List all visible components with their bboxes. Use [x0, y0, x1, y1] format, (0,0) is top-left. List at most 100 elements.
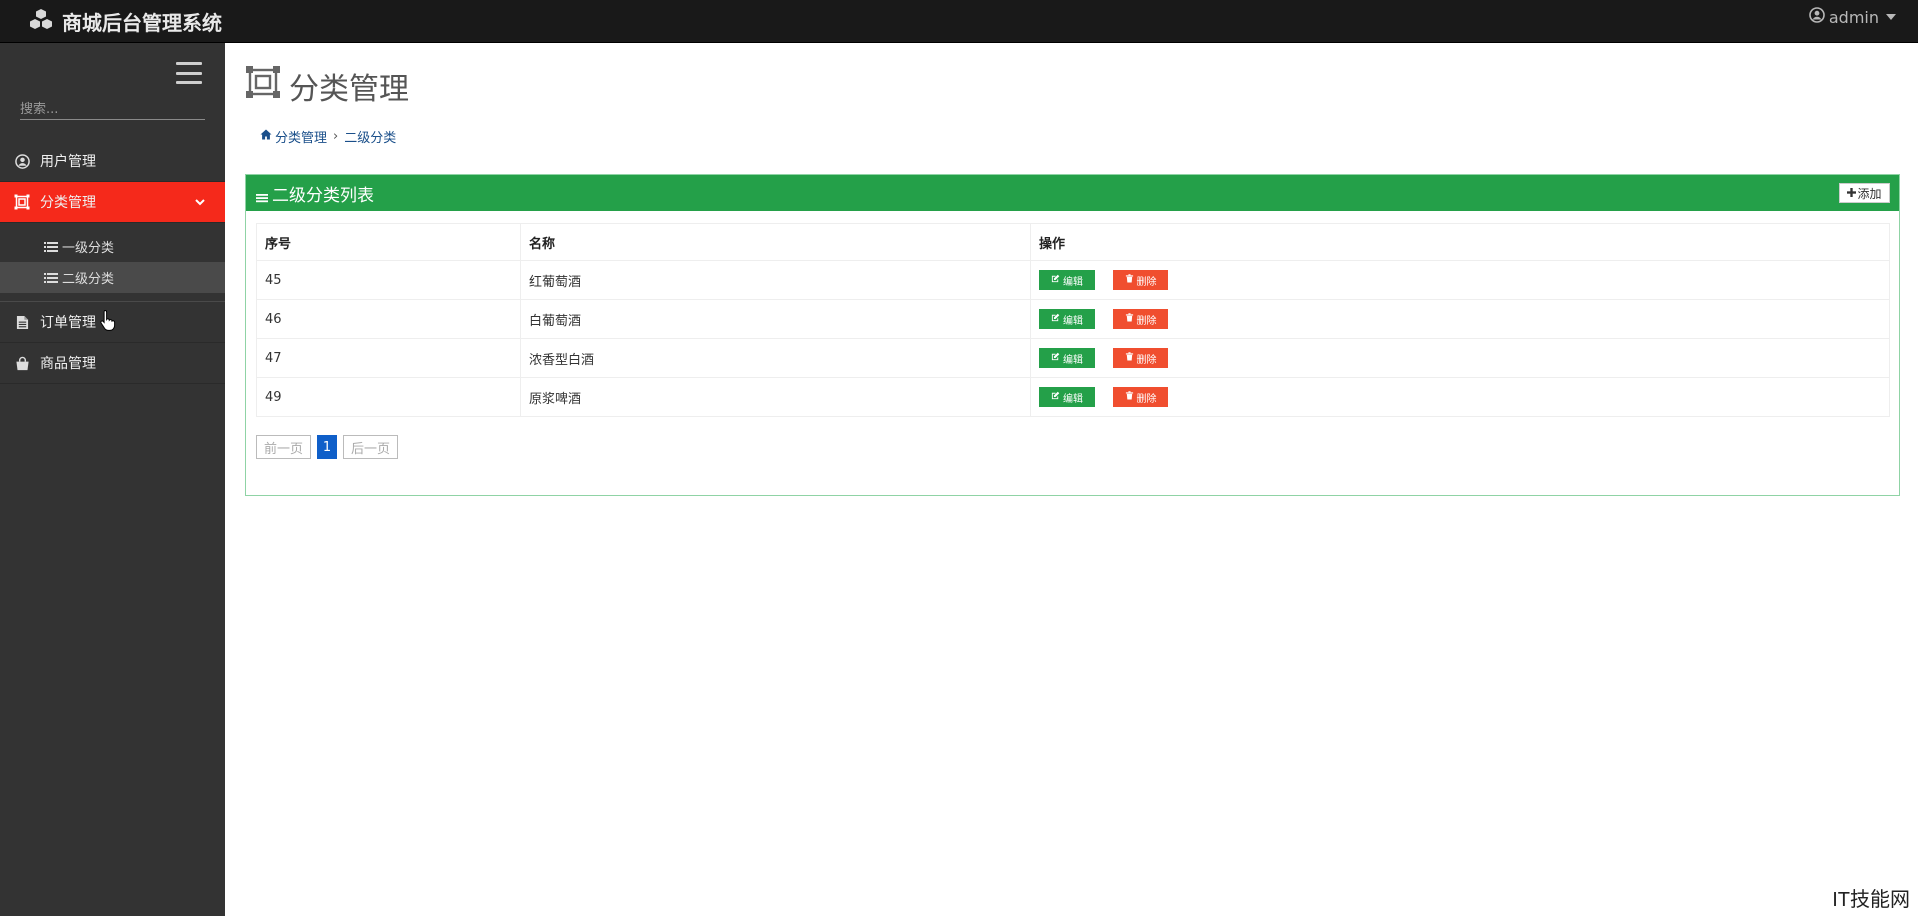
delete-button[interactable]: 删除 [1113, 387, 1168, 407]
cell-actions: 编辑 删除 [1030, 299, 1890, 339]
current-page-button[interactable]: 1 [317, 435, 337, 459]
menu-toggle-icon[interactable] [176, 62, 202, 84]
chevron-down-icon [193, 195, 207, 209]
sidebar: 用户管理 分类管理 一级分类 二级分类 [0, 43, 225, 916]
breadcrumb-separator: › [333, 129, 339, 144]
category-panel: 二级分类列表 添加 序号 名称 操作 45 红葡萄酒 编辑 删除 46 白葡萄酒 编辑 删除 4… [245, 174, 1900, 496]
edit-button[interactable]: 编辑 [1039, 348, 1095, 368]
sidebar-item-label: 用户管理 [40, 154, 96, 170]
list-icon [44, 272, 58, 284]
sidebar-subitem-label: 二级分类 [62, 272, 115, 287]
cell-actions: 编辑 删除 [1030, 260, 1890, 300]
pagination: 前一页 1 后一页 [256, 435, 398, 459]
panel-title: 二级分类列表 [272, 185, 374, 206]
edit-button-label: 编辑 [1063, 315, 1083, 327]
sidebar-item-label: 商品管理 [40, 356, 96, 372]
user-name: admin [1828, 7, 1879, 27]
edit-button[interactable]: 编辑 [1039, 309, 1095, 329]
trash-icon [1125, 313, 1134, 325]
category-table: 序号 名称 操作 45 红葡萄酒 编辑 删除 46 白葡萄酒 编辑 删除 47 浓香型白酒 编辑 删除… [256, 223, 1890, 417]
edit-icon [1051, 274, 1060, 286]
sidebar-search [20, 98, 205, 120]
trash-icon [1125, 352, 1134, 364]
delete-button[interactable]: 删除 [1113, 348, 1168, 368]
table-row: 46 白葡萄酒 编辑 删除 [256, 299, 1890, 339]
user-circle-icon [14, 153, 30, 169]
user-circle-icon [1809, 7, 1825, 27]
cell-actions: 编辑 删除 [1030, 377, 1890, 417]
table-row: 47 浓香型白酒 编辑 删除 [256, 338, 1890, 378]
table-row: 49 原浆啤酒 编辑 删除 [256, 377, 1890, 417]
sidebar-item-users[interactable]: 用户管理 [0, 141, 225, 182]
category-icon [245, 65, 281, 107]
watermark: IT技能网 [1832, 889, 1910, 911]
trash-icon [1125, 274, 1134, 286]
bag-icon [14, 355, 30, 371]
sidebar-submenu: 一级分类 二级分类 [0, 223, 225, 301]
delete-button-label: 删除 [1136, 354, 1157, 366]
cell-id: 46 [256, 299, 521, 339]
edit-icon [1051, 313, 1060, 325]
add-button[interactable]: 添加 [1839, 183, 1890, 203]
sidebar-subitem-level1[interactable]: 一级分类 [0, 231, 225, 262]
sidebar-subitem-label: 一级分类 [62, 241, 115, 256]
page-title-text: 分类管理 [289, 72, 409, 107]
sidebar-item-categories[interactable]: 分类管理 [0, 182, 225, 223]
cell-id: 49 [256, 377, 521, 417]
list-icon [44, 241, 58, 253]
panel-header: 二级分类列表 添加 [246, 175, 1899, 211]
edit-button[interactable]: 编辑 [1039, 387, 1095, 407]
delete-button-label: 删除 [1136, 276, 1157, 288]
breadcrumb-home-link[interactable]: 分类管理 [275, 127, 327, 146]
brand[interactable]: 商城后台管理系统 [28, 0, 222, 43]
mouse-pointer-icon [100, 309, 116, 331]
add-button-label: 添加 [1857, 186, 1882, 201]
cell-name: 原浆啤酒 [520, 377, 1031, 417]
delete-button[interactable]: 删除 [1113, 270, 1168, 290]
edit-icon [1051, 352, 1060, 364]
trash-icon [1125, 391, 1134, 403]
edit-button-label: 编辑 [1063, 276, 1083, 288]
edit-button-label: 编辑 [1063, 393, 1083, 405]
edit-button[interactable]: 编辑 [1039, 270, 1095, 290]
next-page-button[interactable]: 后一页 [343, 435, 398, 459]
column-header-id: 序号 [256, 223, 521, 261]
cell-actions: 编辑 删除 [1030, 338, 1890, 378]
delete-button-label: 删除 [1136, 315, 1157, 327]
main-content: 分类管理 分类管理 › 二级分类 二级分类列表 添加 序号 名称 操作 45 红… [225, 43, 1918, 916]
delete-button[interactable]: 删除 [1113, 309, 1168, 329]
user-menu[interactable]: admin [1809, 0, 1896, 34]
caret-down-icon [1886, 14, 1896, 20]
sidebar-item-products[interactable]: 商品管理 [0, 343, 225, 384]
sidebar-item-label: 订单管理 [40, 315, 96, 331]
edit-icon [1051, 391, 1060, 403]
sidebar-item-label: 分类管理 [40, 195, 96, 211]
breadcrumb-current[interactable]: 二级分类 [344, 127, 396, 146]
table-body: 45 红葡萄酒 编辑 删除 46 白葡萄酒 编辑 删除 47 浓香型白酒 编辑 删除 49 原浆啤酒 编辑删… [256, 260, 1890, 417]
delete-button-label: 删除 [1136, 393, 1157, 405]
edit-button-label: 编辑 [1063, 354, 1083, 366]
category-icon [14, 194, 30, 210]
sidebar-subitem-level2[interactable]: 二级分类 [0, 262, 225, 293]
page-title: 分类管理 [245, 64, 409, 108]
cell-id: 45 [256, 260, 521, 300]
top-bar: 商城后台管理系统 admin [0, 0, 1918, 43]
prev-page-button[interactable]: 前一页 [256, 435, 311, 459]
sidebar-nav: 用户管理 分类管理 一级分类 二级分类 订单管理 商品管理 [0, 141, 225, 384]
cell-name: 浓香型白酒 [520, 338, 1031, 378]
table-header-row: 序号 名称 操作 [256, 223, 1890, 261]
table-row: 45 红葡萄酒 编辑 删除 [256, 260, 1890, 300]
home-icon [260, 129, 272, 144]
app-title: 商城后台管理系统 [62, 11, 222, 35]
cell-id: 47 [256, 338, 521, 378]
document-icon [14, 314, 30, 330]
plus-icon [1847, 186, 1857, 200]
search-input[interactable] [20, 99, 205, 120]
bars-icon [256, 188, 268, 203]
cubes-icon [28, 8, 54, 35]
column-header-actions: 操作 [1030, 223, 1890, 261]
cell-name: 白葡萄酒 [520, 299, 1031, 339]
cell-name: 红葡萄酒 [520, 260, 1031, 300]
breadcrumb: 分类管理 › 二级分类 [260, 127, 396, 146]
column-header-name: 名称 [520, 223, 1031, 261]
